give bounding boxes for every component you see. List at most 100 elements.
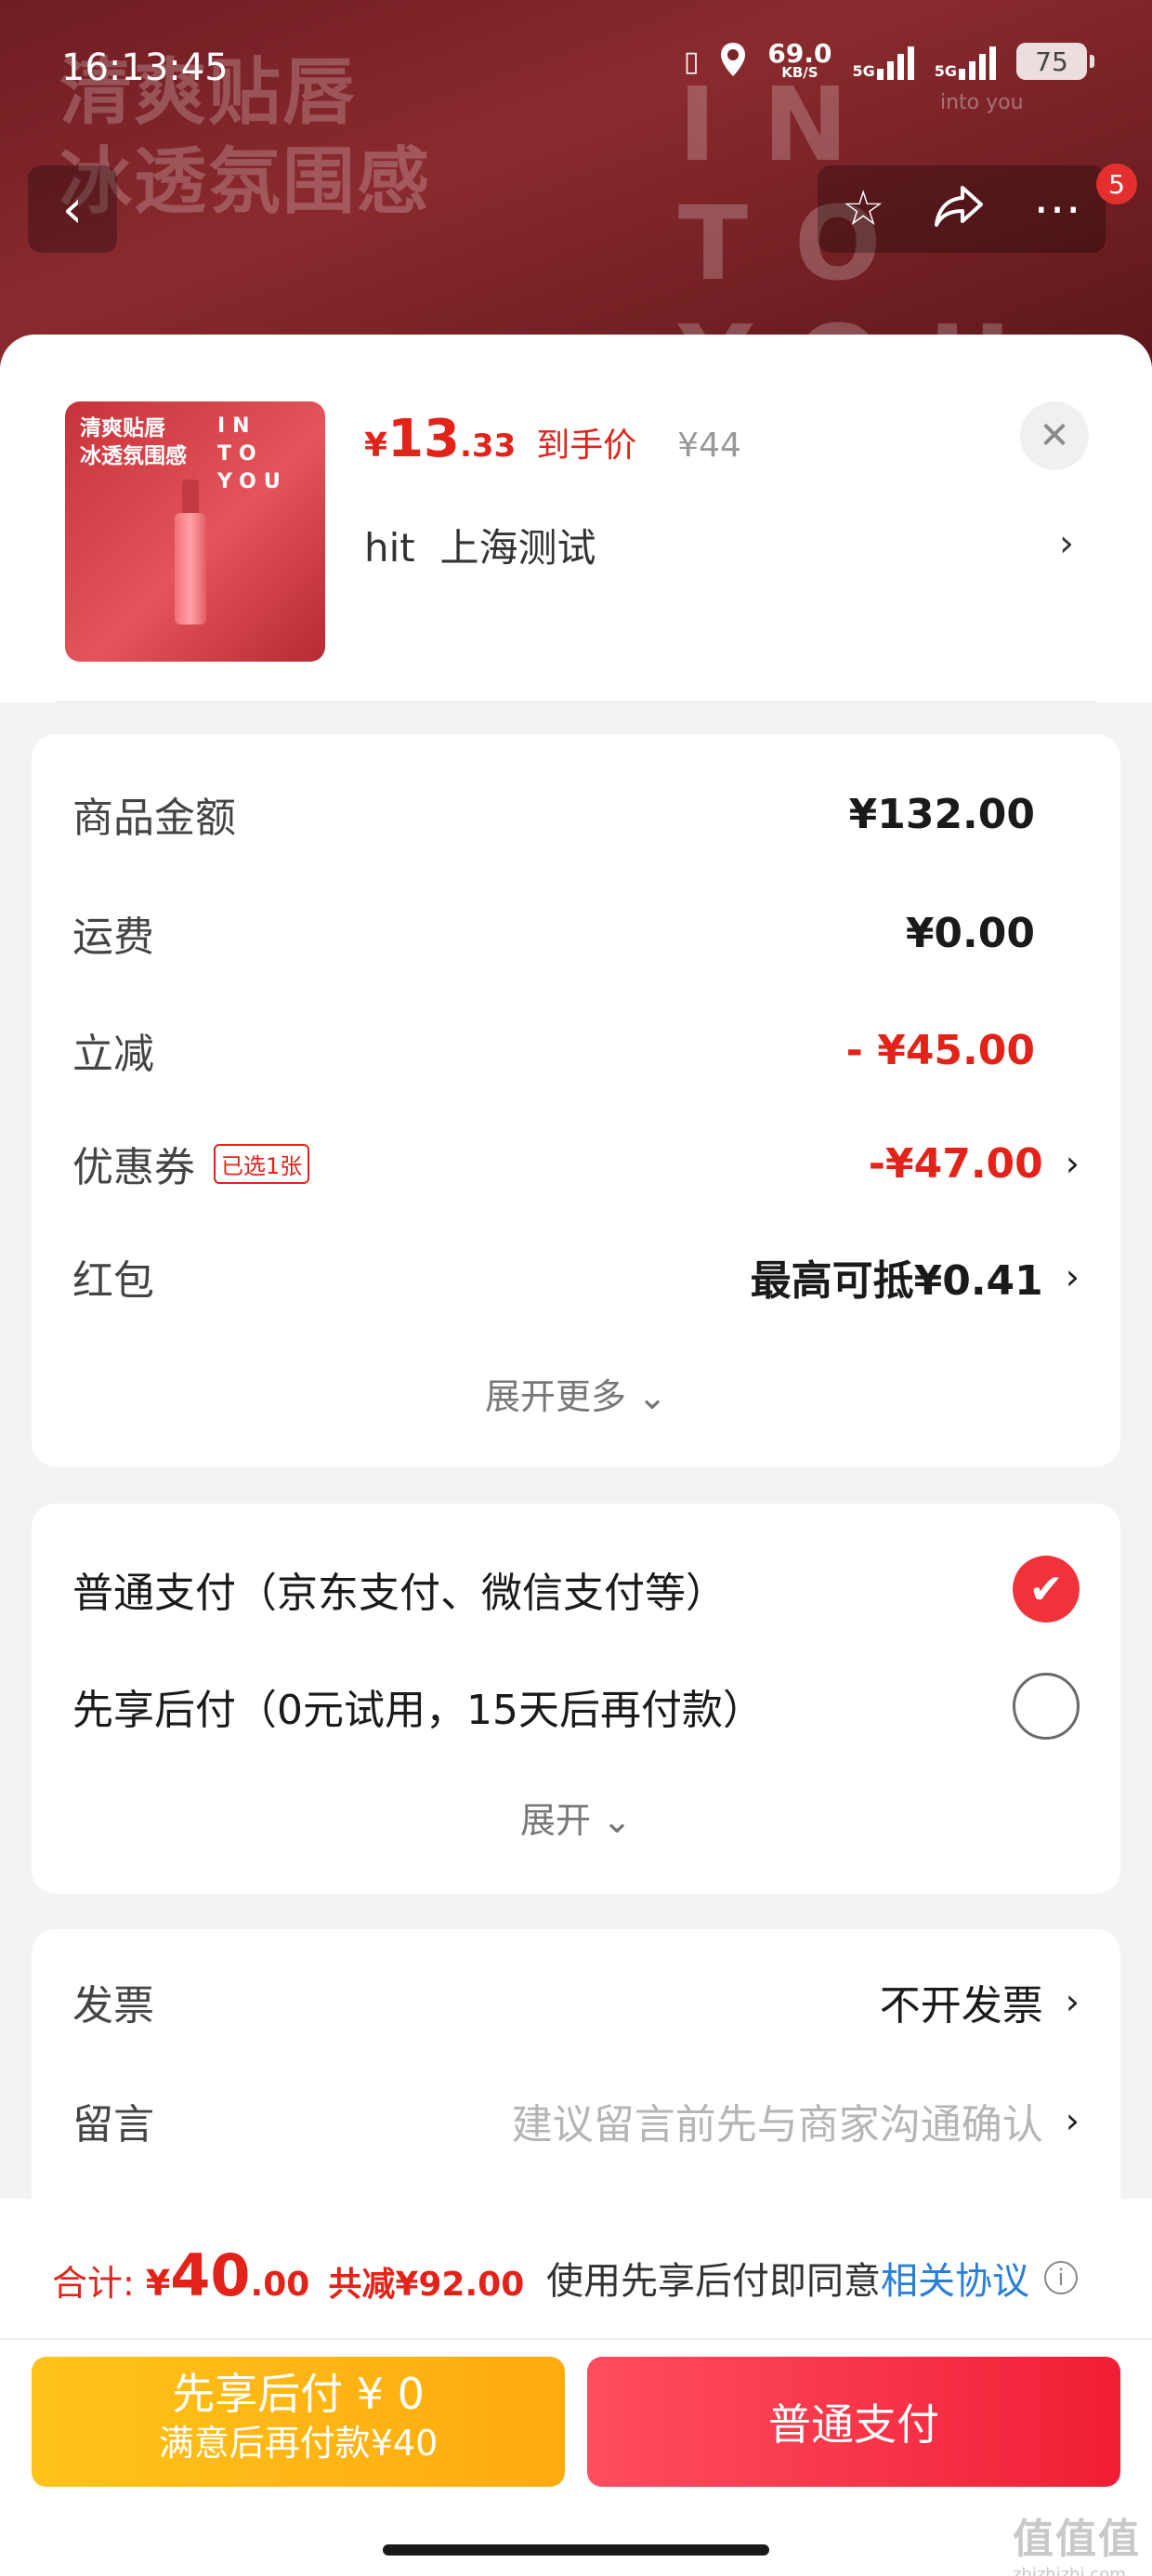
row-coupon[interactable]: 优惠券 已选1张 -¥47.00 › bbox=[72, 1134, 1080, 1193]
row-instant-discount: 立减 - ¥45.00 bbox=[72, 1022, 1080, 1079]
signal-bars-icon bbox=[876, 43, 914, 80]
row-label: 优惠券 bbox=[72, 1144, 195, 1191]
home-indicator[interactable] bbox=[383, 2544, 769, 2556]
row-red-packet[interactable]: 红包 最高可抵¥0.41 › bbox=[72, 1249, 1080, 1305]
signal-1-label: 5G bbox=[852, 62, 875, 80]
expand-button[interactable]: 展开 ⌄ bbox=[32, 1792, 1120, 1843]
divider bbox=[0, 2338, 1152, 2340]
payment-option-later[interactable]: 先享后付（0元试用，15天后再付款） bbox=[72, 1669, 1080, 1743]
thumb-brand: IN TO YOU bbox=[217, 413, 325, 496]
pay-later-line2: 满意后再付款¥40 bbox=[158, 2423, 439, 2464]
watermark-text: 值值值 bbox=[1013, 2516, 1141, 2563]
chevron-right-icon: › bbox=[1065, 1143, 1080, 1184]
row-label: 留言 bbox=[72, 2101, 154, 2149]
row-label: 立减 bbox=[72, 1031, 154, 1078]
watermark-sub: zhizhizhi.com bbox=[1013, 2565, 1126, 2576]
payment-option-normal[interactable]: 普通支付（京东支付、微信支付等） ✔ bbox=[72, 1552, 1080, 1626]
row-value-wrap: -¥47.00 › bbox=[869, 1140, 1080, 1188]
thumb-brand-line2: TO YOU bbox=[217, 442, 288, 493]
chevron-right-icon: › bbox=[1065, 2100, 1080, 2141]
product-header: 清爽贴唇 冰透氛围感 IN TO YOU ¥ 13 .33 到手价 ¥44 hi… bbox=[0, 335, 1152, 703]
row-shipping: 运费 ¥0.00 bbox=[72, 905, 1080, 962]
expand-more-label: 展开更多 bbox=[485, 1376, 627, 1417]
total-label: 合计: bbox=[52, 2263, 135, 2304]
total-reduce: 共减¥92.00 bbox=[328, 2266, 525, 2304]
expand-more-button[interactable]: 展开更多 ⌄ bbox=[32, 1368, 1120, 1419]
pay-later-line1: 先享后付 ¥ 0 bbox=[172, 2369, 425, 2419]
row-value-wrap: 建议留言前先与商家沟通确认 › bbox=[512, 2091, 1080, 2150]
row-value: ¥0.00 bbox=[905, 909, 1035, 957]
row-message[interactable]: 留言 建议留言前先与商家沟通确认 › bbox=[72, 2093, 1080, 2149]
share-icon[interactable] bbox=[933, 182, 985, 237]
row-label-wrap: 优惠券 已选1张 bbox=[72, 1134, 310, 1193]
lip-gloss-cap bbox=[182, 480, 199, 517]
product-price: ¥ 13 .33 到手价 ¥44 bbox=[364, 409, 741, 469]
original-price: ¥44 bbox=[677, 427, 741, 465]
more-icon[interactable]: ⋯ bbox=[1033, 185, 1081, 233]
total-decimal: .00 bbox=[250, 2266, 310, 2304]
payment-option-label: 普通支付（京东支付、微信支付等） bbox=[72, 1570, 727, 1617]
row-value-wrap: 最高可抵¥0.41 › bbox=[751, 1247, 1080, 1307]
divider bbox=[56, 701, 1096, 703]
close-button[interactable]: ✕ bbox=[1020, 401, 1089, 470]
row-value: ¥132.00 bbox=[848, 790, 1035, 838]
price-decimal: .33 bbox=[460, 427, 517, 465]
agreement-text: 使用先享后付即同意 相关协议 i bbox=[546, 2251, 1078, 2305]
price-tag: 到手价 bbox=[536, 427, 637, 465]
row-value: 不开发票 bbox=[879, 1982, 1043, 2030]
agreement-prefix: 使用先享后付即同意 bbox=[546, 2260, 881, 2303]
bottom-action-bar: 合计: ¥ 40 .00 共减¥92.00 使用先享后付即同意 相关协议 i 先… bbox=[0, 2199, 1152, 2576]
signal-1: 5G bbox=[852, 43, 914, 80]
payment-option-label: 先享后付（0元试用，15天后再付款） bbox=[72, 1687, 764, 1734]
price-currency: ¥ bbox=[364, 427, 388, 465]
expand-label: 展开 bbox=[520, 1800, 592, 1841]
thumb-slogan-line2: 冰透氛围感 bbox=[80, 444, 187, 468]
row-label: 运费 bbox=[72, 913, 154, 961]
chevron-down-icon: ⌄ bbox=[602, 1800, 632, 1841]
row-value: - ¥45.00 bbox=[845, 1026, 1035, 1074]
total-integer: 40 bbox=[170, 2241, 251, 2309]
status-time: 16:13:45 bbox=[61, 46, 229, 89]
order-total: 合计: ¥ 40 .00 共减¥92.00 bbox=[52, 2241, 524, 2309]
product-spec[interactable]: hit 上海测试 bbox=[364, 517, 596, 573]
thumb-slogan: 清爽贴唇 冰透氛围感 bbox=[80, 414, 187, 470]
favorite-star-icon[interactable]: ☆ bbox=[842, 185, 885, 233]
row-label: 发票 bbox=[72, 1982, 154, 2030]
payment-method-card: 普通支付（京东支付、微信支付等） ✔ 先享后付（0元试用，15天后再付款） 展开… bbox=[32, 1504, 1120, 1894]
checked-radio-icon[interactable]: ✔ bbox=[1013, 1556, 1080, 1623]
coupon-selected-tag: 已选1张 bbox=[214, 1143, 310, 1184]
thumb-brand-line1: IN bbox=[217, 414, 257, 438]
agreement-link[interactable]: 相关协议 bbox=[881, 2251, 1029, 2305]
row-label: 红包 bbox=[72, 1257, 154, 1305]
row-value-wrap: ¥132.00 bbox=[849, 791, 1080, 838]
chevron-down-icon: ⌄ bbox=[637, 1376, 667, 1417]
watermark: 值值值 zhizhizhi.com bbox=[1013, 2505, 1141, 2576]
signal-2-label: 5G bbox=[934, 62, 957, 80]
row-value: -¥47.00 bbox=[868, 1139, 1043, 1188]
chevron-left-icon: ‹ bbox=[61, 178, 84, 240]
chevron-right-icon[interactable]: › bbox=[1059, 522, 1074, 565]
vibrate-icon: ▯ bbox=[683, 45, 700, 78]
row-goods-amount: 商品金额 ¥132.00 bbox=[72, 786, 1080, 843]
chevron-right-icon: › bbox=[1065, 1981, 1080, 2022]
pay-later-button[interactable]: 先享后付 ¥ 0 满意后再付款¥40 bbox=[32, 2357, 565, 2487]
row-invoice[interactable]: 发票 不开发票 › bbox=[72, 1974, 1080, 2030]
row-value-wrap: 不开发票 › bbox=[880, 1972, 1080, 2031]
status-bar: 16:13:45 ▯ 69.0 KB/S 5G 5G 75 bbox=[0, 0, 1152, 130]
info-icon[interactable]: i bbox=[1044, 2261, 1078, 2294]
battery-icon: 75 bbox=[1016, 43, 1094, 80]
price-integer: 13 bbox=[387, 409, 460, 469]
unchecked-radio-icon[interactable] bbox=[1013, 1673, 1080, 1740]
signal-2: 5G bbox=[935, 43, 996, 80]
row-label: 商品金额 bbox=[72, 795, 236, 842]
row-value: 最高可抵¥0.41 bbox=[750, 1257, 1043, 1305]
thumb-slogan-line1: 清爽贴唇 bbox=[80, 416, 165, 440]
total-currency: ¥ bbox=[145, 2263, 171, 2304]
back-button[interactable]: ‹ bbox=[28, 165, 117, 253]
signal-bars-icon bbox=[959, 43, 996, 80]
location-icon bbox=[719, 41, 747, 82]
normal-pay-button[interactable]: 普通支付 bbox=[587, 2357, 1120, 2487]
network-speed: 69.0 KB/S bbox=[767, 41, 831, 81]
status-icons: ▯ 69.0 KB/S 5G 5G 75 bbox=[683, 41, 1094, 82]
row-value-wrap: ¥0.00 bbox=[906, 910, 1080, 957]
